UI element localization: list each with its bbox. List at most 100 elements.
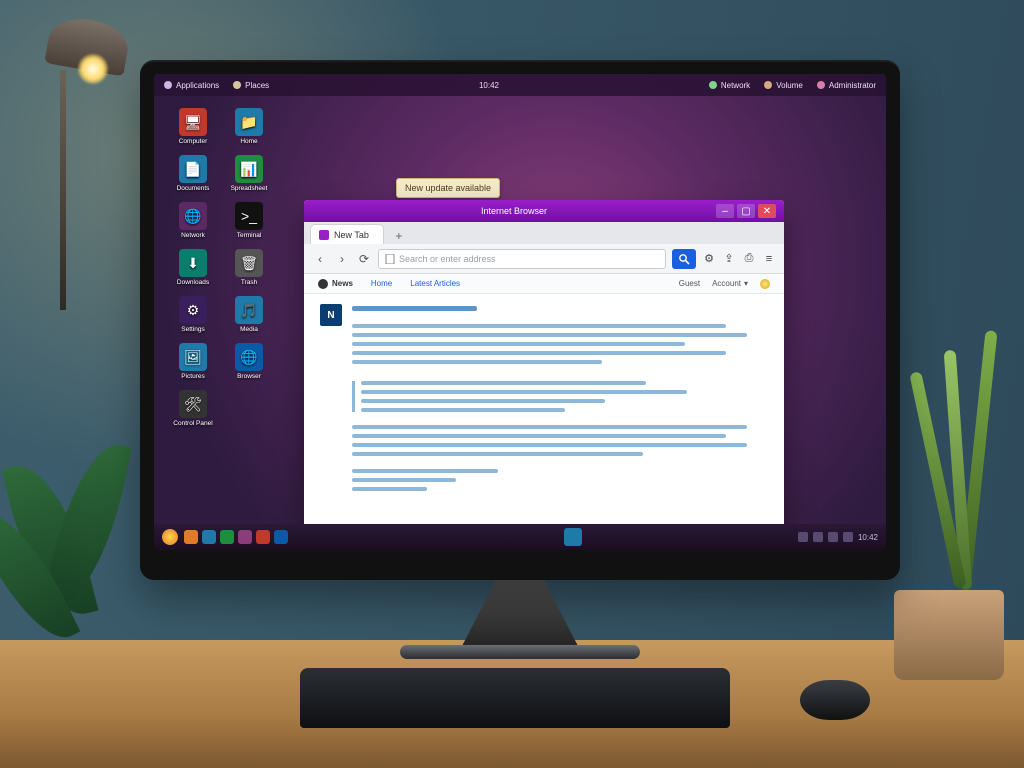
launcher-icon: 🖥 bbox=[179, 108, 207, 136]
desktop-icon-browser[interactable]: 🌐Browser bbox=[226, 343, 272, 380]
launcher-icon: 🖼 bbox=[179, 343, 207, 371]
page-content[interactable]: N bbox=[304, 294, 784, 526]
desktop-icon-home[interactable]: 📁Home bbox=[226, 108, 272, 145]
launcher-icon: 🗑 bbox=[235, 249, 263, 277]
icon-label: Network bbox=[181, 232, 205, 239]
new-tab-button[interactable]: + bbox=[390, 228, 408, 244]
window-titlebar[interactable]: Internet Browser – ▢ ✕ bbox=[304, 200, 784, 222]
window-title: Internet Browser bbox=[320, 206, 708, 216]
desktop-icon-network[interactable]: 🌐 Network bbox=[170, 202, 216, 239]
desktop-icon-grid: 🖥 Computer 📁Home 📄Documents 📊 Spreadsheet 🌐 Net… bbox=[170, 108, 272, 427]
launcher-icon: ⬇ bbox=[179, 249, 207, 277]
tray-icon[interactable] bbox=[813, 532, 823, 542]
desktop-icon-spreadsheet[interactable]: 📊 Spreadsheet bbox=[226, 155, 272, 192]
network-icon bbox=[709, 81, 717, 89]
places-menu[interactable]: Places bbox=[233, 81, 269, 90]
site-logo[interactable]: News bbox=[318, 279, 353, 289]
bookmark-link-home[interactable]: Home bbox=[371, 279, 392, 288]
volume-indicator[interactable]: Volume bbox=[764, 81, 803, 90]
tray-icon[interactable] bbox=[843, 532, 853, 542]
start-button[interactable] bbox=[162, 529, 178, 545]
back-button[interactable]: ‹ bbox=[312, 251, 328, 267]
icon-label: Spreadsheet bbox=[231, 185, 268, 192]
clock[interactable]: 10:42 bbox=[479, 81, 499, 90]
volume-icon bbox=[764, 81, 772, 89]
guest-label[interactable]: Guest bbox=[679, 279, 700, 289]
mouse bbox=[800, 680, 870, 720]
desktop-icon-settings[interactable]: ⚙ Settings bbox=[170, 296, 216, 333]
minimize-button[interactable]: – bbox=[716, 204, 734, 218]
browser-window[interactable]: Internet Browser – ▢ ✕ New Tab + ‹ bbox=[304, 200, 784, 526]
launcher-icon: 📊 bbox=[235, 155, 263, 183]
network-indicator[interactable]: Network bbox=[709, 81, 750, 90]
taskbar[interactable]: 10:42 bbox=[154, 524, 886, 550]
desktop-icon-media[interactable]: 🎵Media bbox=[226, 296, 272, 333]
icon-label: Computer bbox=[179, 138, 208, 145]
taskbar-pinned-app[interactable] bbox=[184, 530, 198, 544]
maximize-button[interactable]: ▢ bbox=[737, 204, 755, 218]
icon-label: Control Panel bbox=[173, 420, 212, 427]
site-name: News bbox=[332, 279, 353, 288]
browser-tab[interactable]: New Tab bbox=[310, 224, 384, 244]
ubuntu-icon bbox=[164, 81, 172, 89]
desktop-icon-pictures[interactable]: 🖼 Pictures bbox=[170, 343, 216, 380]
tray-icon[interactable] bbox=[798, 532, 808, 542]
keyboard bbox=[300, 668, 730, 728]
browser-toolbar: ‹ › ⟳ Search or enter address ⚙ ⇪ ⎙ ≡ bbox=[304, 244, 784, 274]
taskbar-pinned-app[interactable] bbox=[256, 530, 270, 544]
reload-button[interactable]: ⟳ bbox=[356, 251, 372, 267]
address-bar[interactable]: Search or enter address bbox=[378, 249, 666, 269]
places-label: Places bbox=[245, 81, 269, 90]
desktop-screen[interactable]: Applications Places 10:42 Network Volume bbox=[154, 74, 886, 550]
user-menu[interactable]: Administrator bbox=[817, 81, 876, 90]
taskbar-pinned-app[interactable] bbox=[220, 530, 234, 544]
tab-strip[interactable]: New Tab + bbox=[304, 222, 784, 244]
desktop-icon-trash[interactable]: 🗑Trash bbox=[226, 249, 272, 286]
network-label: Network bbox=[721, 81, 750, 90]
taskbar-pinned-app[interactable] bbox=[274, 530, 288, 544]
page-icon bbox=[385, 254, 395, 264]
volume-label: Volume bbox=[776, 81, 803, 90]
menu-icon[interactable]: ≡ bbox=[762, 252, 776, 266]
bookmark-link-latest[interactable]: Latest Articles bbox=[410, 279, 460, 288]
settings-icon[interactable]: ⚙ bbox=[702, 252, 716, 266]
taskbar-pinned-app[interactable] bbox=[238, 530, 252, 544]
tray-clock[interactable]: 10:42 bbox=[858, 533, 878, 542]
launcher-icon: 📄 bbox=[179, 155, 207, 183]
article-thumb: N bbox=[320, 304, 342, 326]
close-button[interactable]: ✕ bbox=[758, 204, 776, 218]
desk-scene: Applications Places 10:42 Network Volume bbox=[0, 0, 1024, 768]
taskbar-pinned-app[interactable] bbox=[202, 530, 216, 544]
system-tray[interactable]: 10:42 bbox=[798, 532, 878, 542]
icon-label: Media bbox=[240, 326, 258, 333]
places-icon bbox=[233, 81, 241, 89]
icon-label: Downloads bbox=[177, 279, 209, 286]
tray-icon[interactable] bbox=[828, 532, 838, 542]
taskbar-active-app[interactable] bbox=[564, 528, 582, 546]
site-icon bbox=[318, 279, 328, 289]
desktop-icon-computer[interactable]: 🖥 Computer bbox=[170, 108, 216, 145]
desktop-icon-downloads[interactable]: ⬇ Downloads bbox=[170, 249, 216, 286]
print-icon[interactable]: ⎙ bbox=[742, 252, 756, 266]
applications-menu[interactable]: Applications bbox=[164, 81, 219, 90]
icon-label: Settings bbox=[181, 326, 205, 333]
bookmark-bar: News Home Latest Articles Guest Account … bbox=[304, 274, 784, 294]
top-menu-bar[interactable]: Applications Places 10:42 Network Volume bbox=[154, 74, 886, 96]
monitor-stand bbox=[460, 580, 580, 650]
tab-favicon bbox=[319, 230, 329, 240]
article-body bbox=[352, 304, 768, 496]
launcher-icon: 🌐 bbox=[179, 202, 207, 230]
update-tooltip: New update available bbox=[396, 178, 500, 198]
desktop-icon-documents[interactable]: 📄Documents bbox=[170, 155, 216, 192]
desktop-icon-control-panel[interactable]: 🛠Control Panel bbox=[170, 390, 216, 427]
go-button[interactable] bbox=[672, 249, 696, 269]
launcher-icon: ⚙ bbox=[179, 296, 207, 324]
forward-button[interactable]: › bbox=[334, 251, 350, 267]
account-menu[interactable]: Account ▾ bbox=[712, 279, 748, 289]
user-label: Administrator bbox=[829, 81, 876, 90]
plant-left bbox=[0, 420, 150, 680]
share-icon[interactable]: ⇪ bbox=[722, 252, 736, 266]
desktop-icon-terminal[interactable]: >_Terminal bbox=[226, 202, 272, 239]
tab-label: New Tab bbox=[334, 230, 369, 240]
icon-label: Pictures bbox=[181, 373, 204, 380]
